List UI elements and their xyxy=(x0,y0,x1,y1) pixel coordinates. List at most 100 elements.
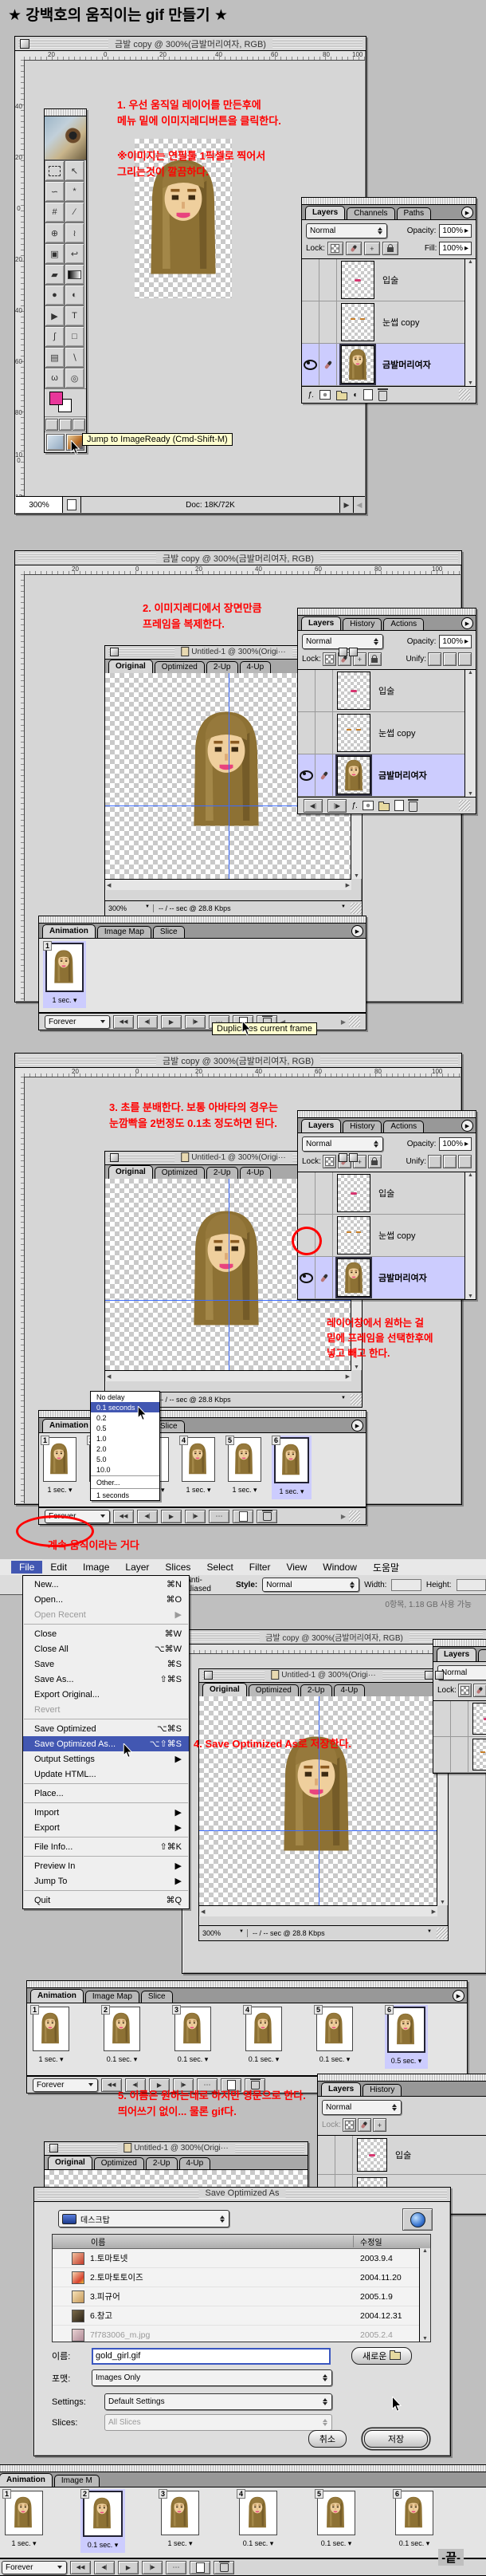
layer-thumbnail[interactable] xyxy=(341,261,374,299)
link-box[interactable] xyxy=(319,301,337,343)
gradient-tool-icon[interactable] xyxy=(65,264,84,285)
first-frame-icon[interactable]: ◀◀ xyxy=(113,1510,134,1523)
tab-original[interactable]: Original xyxy=(108,660,153,673)
resize-grip[interactable] xyxy=(351,903,362,914)
fullscreen-menubar-icon[interactable] xyxy=(59,419,72,431)
layer-row-brows[interactable]: 눈썹 copy xyxy=(298,712,465,754)
layer-style-icon[interactable]: ƒ. xyxy=(351,802,358,810)
column-name[interactable]: 이름 xyxy=(91,2235,105,2247)
unify-position-icon[interactable] xyxy=(428,652,441,666)
tween-icon[interactable]: ⋯ xyxy=(209,1510,229,1523)
duplicate-frame-icon[interactable] xyxy=(233,1510,253,1523)
slice-tool-icon[interactable]: ∕ xyxy=(65,202,84,223)
animation-frame-selected[interactable]: 20.1 sec. ▾ xyxy=(80,2489,125,2553)
ps-window-titlebar[interactable]: 금발 copy @ 300%(금발머리여자, RGB) xyxy=(15,37,366,51)
lock-all-icon[interactable] xyxy=(368,652,382,666)
tab-2up[interactable]: 2-Up xyxy=(146,2157,178,2169)
standard-screen-icon[interactable] xyxy=(45,419,58,431)
blend-mode-select[interactable]: Normal xyxy=(302,1136,383,1152)
tab-2up[interactable]: 2-Up xyxy=(206,1167,238,1179)
animation-frame[interactable]: 30.1 sec. ▾ xyxy=(172,2005,214,2067)
tab-layers[interactable]: Layers xyxy=(321,2082,361,2096)
menu-item-import[interactable]: Import▶ xyxy=(23,1805,189,1820)
tab-actions[interactable]: Actions xyxy=(383,618,424,630)
tab-image-map[interactable]: Image Map xyxy=(85,1991,139,2003)
lasso-tool-icon[interactable]: ∽ xyxy=(45,181,65,202)
zoom-tool-icon[interactable]: ◎ xyxy=(65,368,84,388)
tab-layers[interactable]: Layers xyxy=(301,1119,341,1132)
file-row[interactable]: 6.창고2004.12.31 xyxy=(53,2306,430,2326)
layers-scrollbar[interactable]: ▲▼ xyxy=(464,259,476,386)
animation-frame-selected[interactable]: 60.5 sec. ▾ xyxy=(385,2005,428,2069)
tab-history[interactable]: History xyxy=(343,1121,382,1132)
layer-name[interactable]: 눈썹 copy xyxy=(382,316,420,329)
frame-delay[interactable]: 1 sec. ▾ xyxy=(52,996,76,1004)
animation-frame[interactable]: 50.1 sec. ▾ xyxy=(314,2005,355,2067)
tab-4up[interactable]: 4-Up xyxy=(240,661,272,673)
file-row[interactable]: 2.토마토토이즈2004.11.20 xyxy=(53,2268,430,2287)
menu-item-other[interactable]: Other... xyxy=(91,1477,159,1487)
menu-item-02[interactable]: 0.2 xyxy=(91,1412,159,1423)
palette-menu-icon[interactable]: ▶ xyxy=(461,617,473,629)
tab-paths[interactable]: Paths xyxy=(397,207,432,219)
menu-item-close[interactable]: Close⌘W xyxy=(23,1626,189,1641)
delete-frame-icon[interactable] xyxy=(257,1510,277,1523)
play-icon[interactable]: ▶ xyxy=(161,1510,182,1523)
layer-row-brows[interactable]: 눈썹 copy xyxy=(298,1215,465,1257)
layer-style-icon[interactable]: ƒ. xyxy=(308,391,314,400)
brush-tool-icon[interactable]: ≀ xyxy=(65,223,84,243)
menu-item-close-all[interactable]: Close All⌥⌘W xyxy=(23,1641,189,1656)
layer-row-brows[interactable]: 눈썹 copy xyxy=(302,301,465,344)
scroll-up-icon[interactable]: ▲ xyxy=(468,259,473,265)
new-group-icon[interactable] xyxy=(378,803,390,811)
menu-filter[interactable]: Filter xyxy=(241,1561,279,1574)
layers-scrollbar[interactable]: ▲▼ xyxy=(464,670,476,797)
resize-grip[interactable] xyxy=(459,800,470,811)
file-row[interactable]: 3.피규어2005.1.9 xyxy=(53,2287,430,2306)
layer-row-girl-selected[interactable]: 금발머리여자 xyxy=(298,1257,465,1299)
fullscreen-icon[interactable] xyxy=(73,419,85,431)
visibility-box[interactable] xyxy=(302,344,319,385)
animation-frame[interactable]: 31 sec. ▾ xyxy=(159,2489,202,2551)
tab-2up[interactable]: 2-Up xyxy=(300,1684,332,1696)
network-button[interactable] xyxy=(402,2208,433,2231)
tab-4up[interactable]: 4-Up xyxy=(334,1684,366,1696)
tab-channels[interactable]: Channels xyxy=(347,207,394,219)
tab-animation[interactable]: Animation xyxy=(0,2473,53,2487)
layer-row-lips[interactable]: 입술 xyxy=(298,1172,465,1215)
layer-mask-icon[interactable] xyxy=(363,801,374,810)
close-box-icon[interactable] xyxy=(110,648,119,656)
animation-frame[interactable]: 11 sec. ▾ xyxy=(30,2005,72,2067)
adjustment-layer-icon[interactable]: ◐ xyxy=(353,391,358,400)
tab-slice[interactable]: Slice xyxy=(153,926,185,938)
frame-delay[interactable]: 1 sec. ▾ xyxy=(47,1486,72,1494)
menu-edit[interactable]: Edit xyxy=(42,1561,75,1574)
palette-grip[interactable] xyxy=(39,916,366,924)
menu-item-10[interactable]: 1.0 xyxy=(91,1433,159,1444)
menu-item-update-html[interactable]: Update HTML... xyxy=(23,1767,189,1782)
scroll-right-icon[interactable]: ▶ xyxy=(341,1018,346,1026)
pen-tool-icon[interactable]: ∫ xyxy=(45,326,65,347)
tab-4up[interactable]: 4-Up xyxy=(240,1167,272,1179)
layer-row-lips[interactable]: 입술 xyxy=(302,259,465,301)
scroll-right-icon[interactable]: ▶ xyxy=(341,1513,346,1520)
file-row[interactable]: 1.토마토넷2003.9.4 xyxy=(53,2249,430,2268)
menu-item-preview-in[interactable]: Preview In▶ xyxy=(23,1858,189,1873)
menu-help[interactable]: 도움말 xyxy=(365,1560,407,1575)
next-frame-icon[interactable]: |▶ xyxy=(185,1510,206,1523)
ir-canvas[interactable] xyxy=(199,1696,437,1905)
prev-frame-icon[interactable]: ◀| xyxy=(137,1015,158,1029)
lock-transparency-icon[interactable] xyxy=(323,652,336,666)
animation-frame[interactable]: 41 sec. ▾ xyxy=(179,1436,218,1498)
palette-grip[interactable] xyxy=(298,609,476,616)
eyedropper-tool-icon[interactable]: ∖ xyxy=(65,347,84,368)
move-tool-icon[interactable]: ↖ xyxy=(65,160,84,181)
palette-menu-icon[interactable]: ▶ xyxy=(351,1420,363,1432)
layer-name[interactable]: 입술 xyxy=(382,274,398,286)
duplicate-frame-icon[interactable] xyxy=(190,2561,210,2574)
tab-actions[interactable]: Actions xyxy=(383,1121,424,1132)
cancel-button[interactable]: 취소 xyxy=(308,2430,347,2448)
lock-position-icon[interactable]: + xyxy=(364,242,380,255)
tab-optimized[interactable]: Optimized xyxy=(94,2157,144,2169)
tab-original[interactable]: Original xyxy=(202,1683,247,1696)
